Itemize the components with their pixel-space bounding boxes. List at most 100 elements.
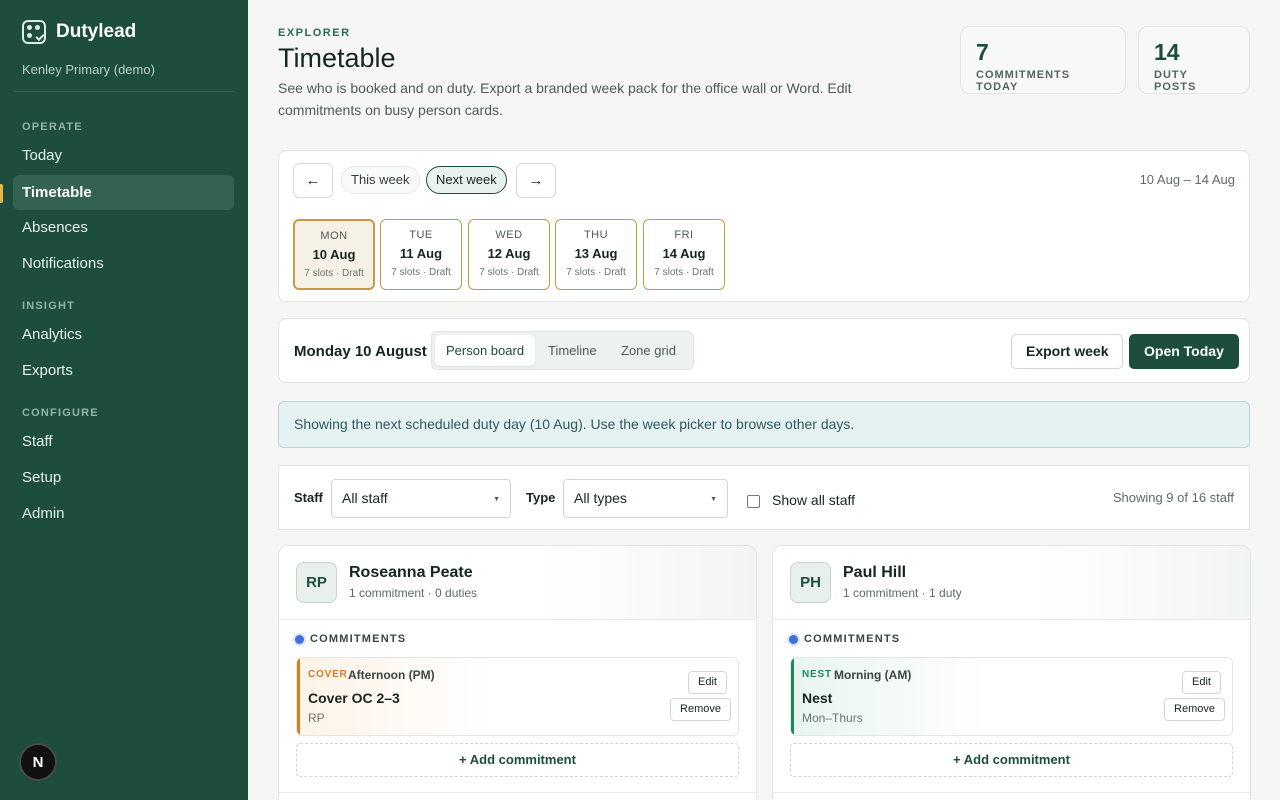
- day-card-fri[interactable]: FRI 14 Aug 7 slots · Draft: [643, 219, 725, 290]
- day-weekday: WED: [495, 229, 523, 241]
- type-filter-label: Type: [526, 490, 556, 505]
- commitment-title: Nest: [802, 690, 833, 706]
- brand-name: Dutylead: [56, 21, 137, 42]
- this-week-pill[interactable]: This week: [341, 166, 420, 194]
- sidebar-item-analytics[interactable]: Analytics: [13, 317, 234, 352]
- edit-button[interactable]: Edit: [1182, 671, 1221, 694]
- main-content: EXPLORER Timetable See who is booked and…: [248, 0, 1280, 800]
- view-switcher: Person board Timeline Zone grid: [431, 331, 694, 370]
- type-select[interactable]: All types ▼: [563, 479, 728, 518]
- person-card-header: RP Roseanna Peate 1 commitment · 0 dutie…: [279, 546, 756, 620]
- showing-count: Showing 9 of 16 staff: [1112, 490, 1234, 505]
- section-label: COMMITMENTS: [310, 633, 407, 645]
- day-info: 7 slots · Draft: [654, 267, 714, 278]
- remove-button[interactable]: Remove: [1164, 698, 1225, 721]
- add-commitment-button[interactable]: + Add commitment: [790, 743, 1233, 777]
- commitment-slot: Afternoon (PM): [348, 668, 435, 682]
- remove-button[interactable]: Remove: [670, 698, 731, 721]
- stat-label: DUTY POSTS: [1154, 69, 1197, 93]
- nav-section-insight: INSIGHT: [22, 300, 76, 312]
- nav-section-operate: OPERATE: [22, 121, 83, 133]
- person-name: Paul Hill: [843, 564, 907, 581]
- sidebar-item-today[interactable]: Today: [13, 138, 234, 173]
- day-date: 13 Aug: [574, 246, 618, 261]
- sidebar-item-staff[interactable]: Staff: [13, 424, 234, 459]
- commitment-item: COVER Afternoon (PM) Cover OC 2–3 RP Edi…: [296, 657, 739, 736]
- page-eyebrow: EXPLORER: [278, 27, 351, 39]
- day-card-wed[interactable]: WED 12 Aug 7 slots · Draft: [468, 219, 550, 290]
- arrow-right-icon: →: [528, 172, 544, 189]
- commitment-tag: NEST: [802, 669, 832, 680]
- stat-duty-posts: 14 DUTY POSTS: [1138, 26, 1250, 94]
- day-date: 11 Aug: [399, 246, 443, 261]
- day-card-thu[interactable]: THU 13 Aug 7 slots · Draft: [555, 219, 637, 290]
- export-week-button[interactable]: Export week: [1011, 334, 1124, 369]
- show-all-staff-checkbox[interactable]: [747, 495, 760, 508]
- stat-value: 7: [976, 39, 989, 65]
- person-card: PH Paul Hill 1 commitment · 1 duty COMMI…: [772, 545, 1251, 800]
- open-today-button[interactable]: Open Today: [1129, 334, 1239, 369]
- chevron-down-icon: ▼: [710, 496, 717, 503]
- staff-select-value: All staff: [342, 490, 388, 506]
- sidebar-item-absences[interactable]: Absences: [13, 210, 234, 245]
- avatar: RP: [296, 562, 337, 603]
- commitment-color-bar: [297, 658, 300, 735]
- commitment-detail: RP: [308, 711, 325, 725]
- day-toolbar: Monday 10 August Person board Timeline Z…: [278, 318, 1250, 383]
- tab-zone-grid[interactable]: Zone grid: [610, 335, 687, 366]
- active-indicator: [0, 184, 3, 203]
- sidebar-item-setup[interactable]: Setup: [13, 460, 234, 495]
- day-weekday: THU: [583, 229, 609, 241]
- avatar: PH: [790, 562, 831, 603]
- commitment-color-bar: [791, 658, 794, 735]
- page-subtitle: See who is booked and on duty. Export a …: [278, 80, 852, 118]
- sidebar-item-notifications[interactable]: Notifications: [13, 246, 234, 281]
- sidebar-item-admin[interactable]: Admin: [13, 496, 234, 531]
- day-info: 7 slots · Draft: [304, 268, 364, 279]
- day-card-tue[interactable]: TUE 11 Aug 7 slots · Draft: [380, 219, 462, 290]
- sidebar-item-exports[interactable]: Exports: [13, 353, 234, 388]
- prev-week-button[interactable]: ←: [293, 163, 333, 198]
- next-week-pill[interactable]: Next week: [426, 166, 507, 194]
- day-info: 7 slots · Draft: [479, 267, 539, 278]
- day-info: 7 slots · Draft: [391, 267, 451, 278]
- dev-tools-badge[interactable]: N: [19, 743, 57, 781]
- stat-commitments-today: 7 COMMITMENTS TODAY: [960, 26, 1126, 94]
- day-weekday: TUE: [409, 229, 433, 241]
- day-weekday: FRI: [674, 229, 694, 241]
- day-date: 14 Aug: [662, 246, 706, 261]
- day-info: 7 slots · Draft: [566, 267, 626, 278]
- section-label: COMMITMENTS: [804, 633, 901, 645]
- edit-button[interactable]: Edit: [688, 671, 727, 694]
- tab-timeline[interactable]: Timeline: [537, 335, 608, 366]
- week-picker: ← This week Next week → 10 Aug – 14 Aug …: [278, 150, 1250, 302]
- brand[interactable]: Dutylead: [22, 20, 136, 44]
- day-card-mon[interactable]: MON 10 Aug 7 slots · Draft: [293, 219, 375, 290]
- person-card: RP Roseanna Peate 1 commitment · 0 dutie…: [278, 545, 757, 800]
- section-dot-icon: [295, 635, 304, 644]
- person-summary: 1 commitment · 0 duties: [349, 586, 478, 600]
- show-all-staff-label[interactable]: Show all staff: [772, 492, 855, 508]
- dutylead-logo-icon: [22, 20, 46, 44]
- tab-person-board[interactable]: Person board: [435, 335, 536, 366]
- page-title: Timetable: [278, 43, 396, 73]
- person-name: Roseanna Peate: [349, 564, 473, 581]
- type-select-value: All types: [574, 490, 627, 506]
- sidebar-item-timetable[interactable]: Timetable: [13, 175, 234, 210]
- sidebar: Dutylead Kenley Primary (demo) OPERATE T…: [0, 0, 248, 800]
- staff-select[interactable]: All staff ▼: [331, 479, 511, 518]
- day-date: 10 Aug: [312, 247, 356, 262]
- staff-filter-label: Staff: [294, 490, 323, 505]
- arrow-left-icon: ←: [305, 172, 321, 189]
- filter-bar: Staff All staff ▼ Type All types ▼ Show …: [278, 465, 1250, 530]
- next-week-button[interactable]: →: [516, 163, 556, 198]
- info-notice: Showing the next scheduled duty day (10 …: [278, 401, 1250, 448]
- sidebar-divider: [13, 91, 234, 92]
- person-card-header: PH Paul Hill 1 commitment · 1 duty: [773, 546, 1250, 620]
- day-weekday: MON: [320, 230, 348, 242]
- commitment-title: Cover OC 2–3: [308, 690, 400, 706]
- section-dot-icon: [789, 635, 798, 644]
- stat-value: 14: [1154, 39, 1180, 65]
- chevron-down-icon: ▼: [493, 496, 500, 503]
- add-commitment-button[interactable]: + Add commitment: [296, 743, 739, 777]
